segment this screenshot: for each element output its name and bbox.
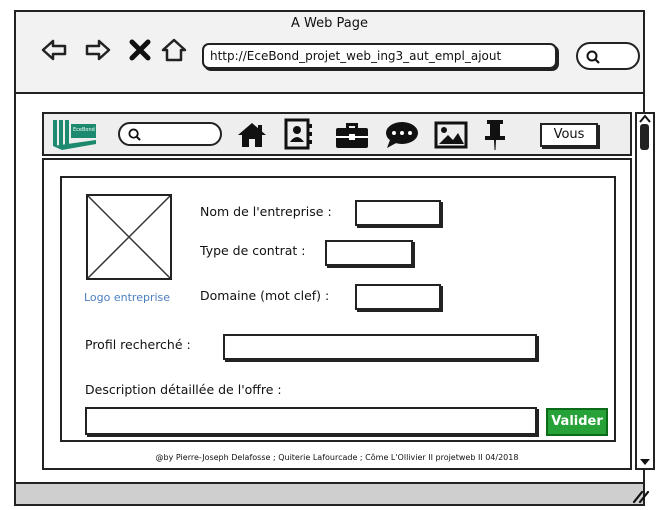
- nav-chat-icon[interactable]: [384, 120, 420, 150]
- status-bar: [16, 482, 643, 504]
- home-icon[interactable]: [160, 36, 188, 64]
- description-input[interactable]: [85, 407, 537, 435]
- page-scrollbar[interactable]: [635, 112, 655, 470]
- image-placeholder-icon: [87, 195, 171, 279]
- nav-image-icon[interactable]: [434, 121, 468, 149]
- stop-icon[interactable]: [126, 36, 154, 64]
- search-icon: [586, 50, 600, 64]
- search-icon: [128, 128, 141, 141]
- nav-profile-icon[interactable]: [284, 118, 314, 150]
- logo-caption-link[interactable]: Logo entreprise: [84, 291, 170, 304]
- user-menu-button[interactable]: Vous: [540, 123, 598, 147]
- url-bar[interactable]: http://EceBond_projet_web_ing3_aut_empl_…: [202, 43, 557, 69]
- company-logo-placeholder[interactable]: [86, 194, 172, 280]
- scrollbar-thumb[interactable]: [640, 124, 649, 150]
- nav-pin-icon[interactable]: [484, 118, 506, 152]
- footer-credits: @by Pierre-Joseph Delafosse ; Quiterie L…: [155, 453, 519, 462]
- forward-icon[interactable]: [84, 36, 112, 64]
- profile-input[interactable]: [223, 334, 537, 360]
- site-logo[interactable]: EceBond: [52, 118, 98, 152]
- window-title: A Web Page: [291, 16, 368, 31]
- scroll-down-icon[interactable]: [639, 458, 651, 467]
- scroll-up-icon[interactable]: [639, 114, 651, 123]
- brand-logo-icon: [53, 120, 96, 150]
- back-icon[interactable]: [40, 36, 68, 64]
- resize-grip-icon[interactable]: [630, 486, 650, 504]
- contract-type-label: Type de contrat :: [200, 243, 306, 258]
- nav-home-icon[interactable]: [236, 121, 268, 149]
- company-name-label: Nom de l'entreprise :: [200, 204, 332, 219]
- contract-type-input[interactable]: [325, 240, 413, 266]
- domain-keyword-input[interactable]: [355, 284, 441, 310]
- browser-search-field[interactable]: [576, 42, 640, 70]
- domain-keyword-label: Domaine (mot clef) :: [200, 288, 330, 303]
- description-label: Description détaillée de l'offre :: [85, 382, 282, 397]
- profile-label: Profil recherché :: [85, 337, 191, 352]
- company-name-input[interactable]: [355, 200, 441, 226]
- brand-logo-text: EceBond: [73, 127, 95, 133]
- submit-button[interactable]: Valider: [546, 408, 608, 436]
- nav-briefcase-icon[interactable]: [334, 120, 370, 150]
- site-search-input[interactable]: [118, 122, 222, 146]
